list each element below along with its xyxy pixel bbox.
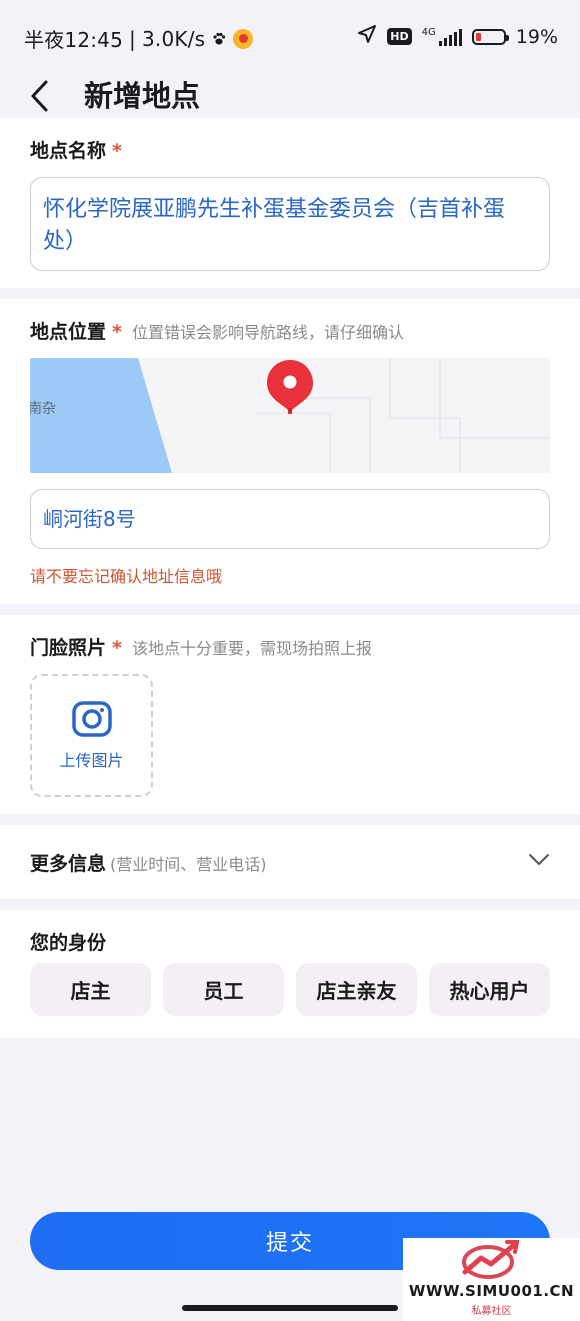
- status-time: 半夜12:45: [24, 28, 124, 52]
- identity-label: 您的身份: [30, 932, 107, 954]
- identity-options: 店主 员工 店主亲友 热心用户: [30, 963, 550, 1016]
- photo-label: 门脸照片: [30, 637, 107, 659]
- status-left: 半夜12:45 | 3.0K/s: [24, 24, 254, 53]
- required-mark: *: [112, 140, 122, 162]
- chevron-left-icon: [31, 80, 48, 112]
- status-bar: 半夜12:45 | 3.0K/s HD 4G 19%: [0, 0, 580, 74]
- watermark-subtitle: 私募社区: [471, 1306, 512, 1317]
- place-name-input[interactable]: 怀化学院展亚鹏先生补蛋基金委员会（吉首补蛋处）: [30, 177, 550, 271]
- more-info-label: 更多信息: [30, 853, 107, 875]
- watermark: WWW.SIMU001.CN 私募社区: [403, 1238, 580, 1321]
- title-bar: 新增地点: [0, 74, 580, 118]
- address-warning: 请不要忘记确认地址信息哦: [30, 567, 223, 586]
- status-divider: |: [129, 26, 136, 51]
- location-card: 地点位置 * 位置错误会影响导航路线，请仔细确认 南杂 峒河街8号 请不要忘记确认地…: [0, 299, 580, 604]
- more-info-row[interactable]: 更多信息 (营业时间、营业电话): [0, 825, 580, 899]
- weibo-icon: [233, 28, 254, 49]
- required-mark: *: [112, 637, 122, 659]
- required-mark: *: [112, 321, 122, 343]
- home-indicator[interactable]: [182, 1305, 398, 1311]
- watermark-logo: [462, 1240, 520, 1279]
- battery-percent: 19%: [515, 25, 558, 48]
- location-map[interactable]: 南杂: [30, 358, 550, 473]
- identity-card: 您的身份 店主 员工 店主亲友 热心用户: [0, 910, 580, 1038]
- location-label-row: 地点位置 * 位置错误会影响导航路线，请仔细确认: [30, 317, 404, 344]
- page-title: 新增地点: [84, 79, 201, 113]
- camera-icon: [71, 700, 112, 737]
- hd-icon: HD: [387, 28, 412, 45]
- map-canvas: [30, 358, 550, 473]
- name-label: 地点名称: [30, 140, 107, 162]
- upload-photo-button[interactable]: 上传图片: [30, 674, 153, 797]
- identity-option-staff[interactable]: 员工: [163, 963, 284, 1016]
- watermark-text: WWW.SIMU001.CN: [408, 1282, 575, 1300]
- status-right: HD 4G 19%: [357, 24, 558, 49]
- battery-icon: [471, 28, 509, 45]
- photo-hint: 该地点十分重要，需现场拍照上报: [131, 639, 372, 658]
- signal-icon: 4G: [421, 26, 462, 46]
- name-label-row: 地点名称 *: [30, 136, 122, 163]
- location-arrow-icon: [357, 24, 377, 49]
- chevron-down-icon: [529, 854, 549, 865]
- more-info-hint: (营业时间、营业电话): [110, 855, 267, 874]
- identity-option-owner[interactable]: 店主: [30, 963, 151, 1016]
- upload-label: 上传图片: [59, 750, 124, 770]
- location-hint: 位置错误会影响导航路线，请仔细确认: [131, 323, 404, 342]
- address-input[interactable]: 峒河街8号: [30, 489, 550, 549]
- more-info-label-row: 更多信息 (营业时间、营业电话): [30, 849, 267, 876]
- identity-option-helper[interactable]: 热心用户: [429, 963, 550, 1016]
- name-card: 地点名称 * 怀化学院展亚鹏先生补蛋基金委员会（吉首补蛋处）: [0, 118, 580, 288]
- map-label: 南杂: [30, 401, 56, 417]
- network-type: 4G: [421, 26, 436, 38]
- identity-option-relative[interactable]: 店主亲友: [296, 963, 417, 1016]
- paw-icon: [211, 31, 227, 47]
- status-speed: 3.0K/s: [142, 26, 206, 51]
- back-button[interactable]: [30, 74, 70, 118]
- location-label: 地点位置: [30, 321, 107, 343]
- photo-card: 门脸照片 * 该地点十分重要，需现场拍照上报 上传图片: [0, 615, 580, 814]
- photo-label-row: 门脸照片 * 该地点十分重要，需现场拍照上报: [30, 633, 372, 660]
